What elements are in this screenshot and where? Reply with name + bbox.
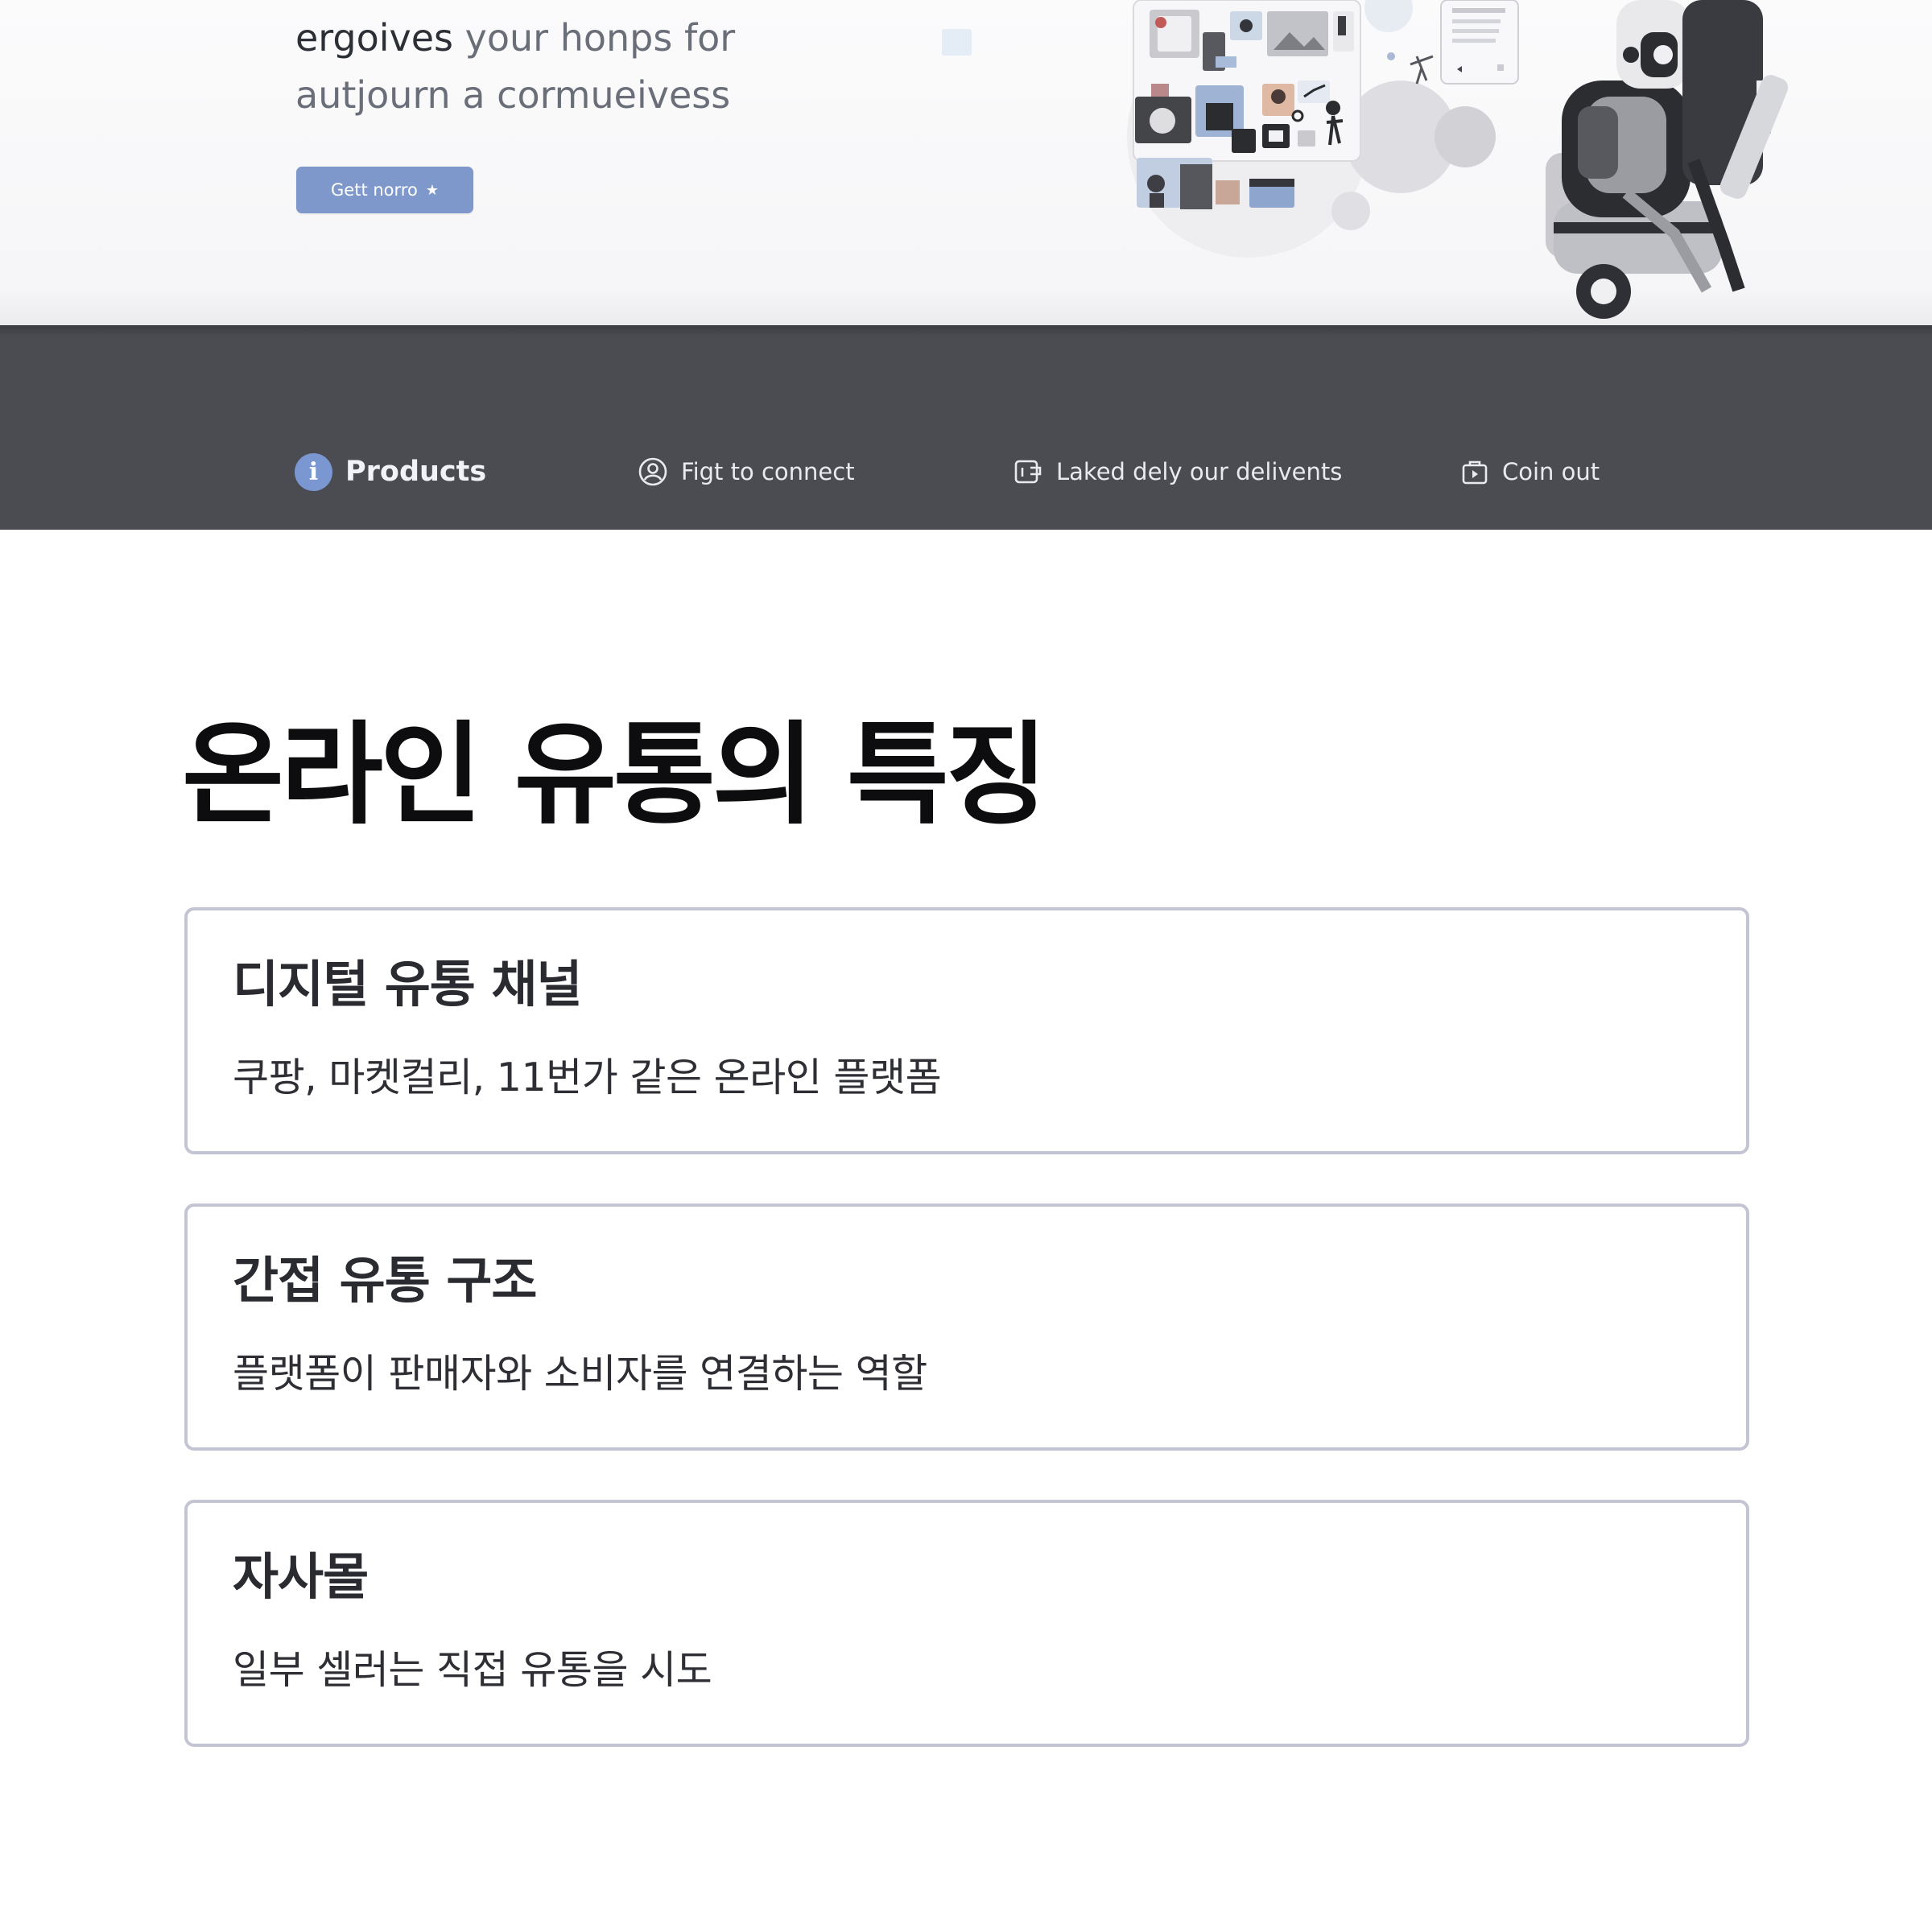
bag-icon xyxy=(1460,457,1489,486)
decorative-square xyxy=(942,29,972,56)
hero-text-line-1: ergoives your honps for xyxy=(295,14,735,62)
user-circle-icon xyxy=(638,456,668,487)
get-started-button[interactable]: Gett norro ★ xyxy=(296,167,473,213)
card-title: 간접 유통 구조 xyxy=(233,1251,537,1310)
star-icon: ★ xyxy=(425,181,439,199)
checklist-icon xyxy=(1440,0,1519,85)
nav-item-label: Coin out xyxy=(1502,458,1600,485)
cta-label: Gett norro xyxy=(331,180,418,200)
card-title: 자사몰 xyxy=(233,1547,369,1606)
feature-card: 디지털 유통 채널 쿠팡, 마켓컬리, 11번가 같은 온라인 플랫폼 xyxy=(184,907,1749,1154)
nav-item-connect[interactable]: Figt to connect xyxy=(638,448,855,496)
hero-text-rest: your honps for xyxy=(453,16,736,60)
nav-item-checkout[interactable]: Coin out xyxy=(1460,448,1600,496)
delivery-icon xyxy=(1013,456,1043,487)
card-description: 쿠팡, 마켓컬리, 11번가 같은 온라인 플랫폼 xyxy=(233,1055,942,1100)
hero-banner: ergoives your honps for autjourn a cormu… xyxy=(0,0,1932,325)
nav-item-products[interactable]: i Products xyxy=(295,448,486,496)
hero-text-line-2: autjourn a cormueivess xyxy=(295,73,731,117)
nav-item-label: Laked dely our delivents xyxy=(1056,458,1343,485)
feature-card: 간접 유통 구조 플랫폼이 판매자와 소비자를 연결하는 역할 xyxy=(184,1203,1749,1451)
nav-item-label: Figt to connect xyxy=(681,458,855,485)
page-title: 온라인 유통의 특징 xyxy=(182,710,1048,840)
card-description: 플랫폼이 판매자와 소비자를 연결하는 역할 xyxy=(233,1351,927,1397)
card-title: 디지털 유통 채널 xyxy=(233,955,582,1013)
feature-card: 자사몰 일부 셀러는 직접 유통을 시도 xyxy=(184,1500,1749,1747)
nav-item-label: Products xyxy=(345,456,487,488)
card-description: 일부 셀러는 직접 유통을 시도 xyxy=(233,1647,712,1693)
hero-text-strong: ergoives xyxy=(295,16,454,60)
robot-icon xyxy=(1546,0,1789,319)
nav-item-deliveries[interactable]: Laked dely our delivents xyxy=(1013,448,1342,496)
navigation-bar: i Products Figt to connect Laked dely ou… xyxy=(0,325,1932,530)
hero-illustration xyxy=(1127,0,1789,319)
info-icon: i xyxy=(295,452,332,491)
